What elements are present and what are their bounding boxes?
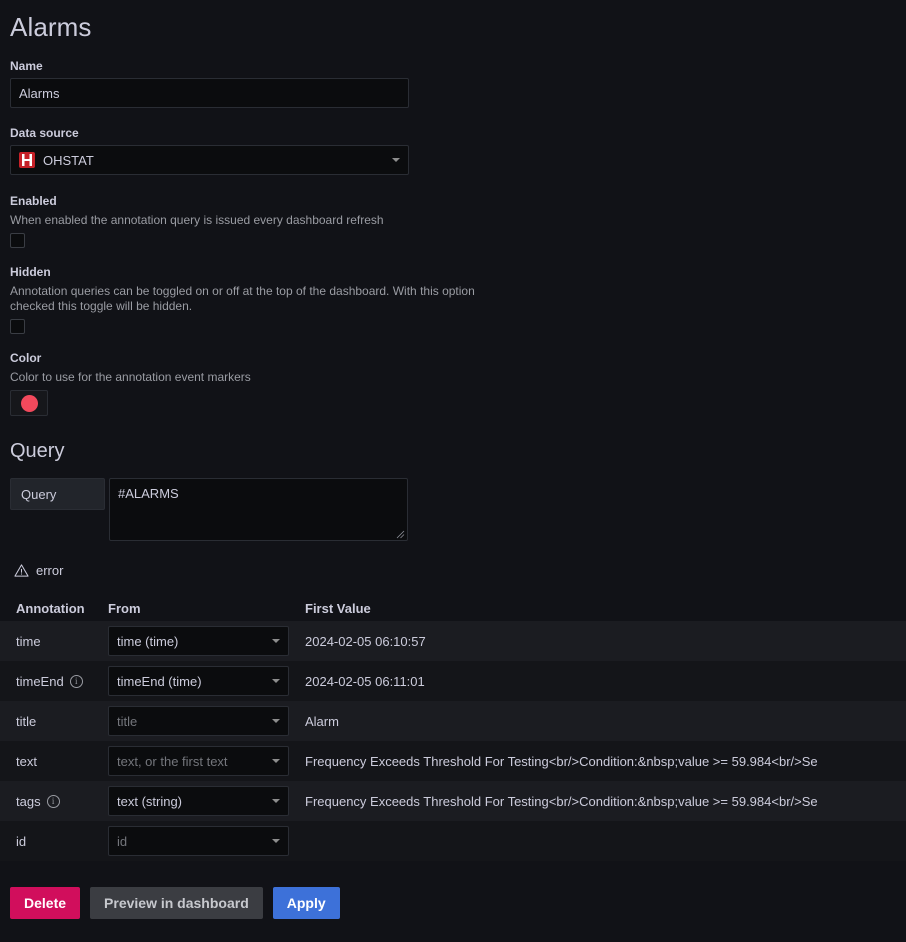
info-circle-icon[interactable]: i: [69, 674, 83, 688]
annotation-name-cell: tags i: [0, 794, 108, 809]
hidden-checkbox[interactable]: [10, 319, 25, 334]
color-swatch-dot: [20, 394, 38, 412]
warning-triangle-icon: [14, 564, 29, 577]
first-value-cell: 2024-02-05 06:11:01: [305, 673, 425, 689]
from-select-value: id: [117, 833, 128, 849]
from-select-value: text (string): [117, 793, 183, 809]
annotation-name-label: text: [16, 753, 37, 769]
table-row: title title Alarm: [0, 701, 906, 741]
from-field-cell: text, or the first text: [108, 746, 305, 776]
from-field-cell: timeEnd (time): [108, 666, 305, 696]
from-select-timeEnd[interactable]: timeEnd (time): [108, 666, 289, 696]
preview-in-dashboard-button[interactable]: Preview in dashboard: [90, 887, 263, 919]
from-field-cell: time (time): [108, 626, 305, 656]
table-row: time time (time) 2024-02-05 06:10:57: [0, 621, 906, 661]
enabled-field-group: Enabled When enabled the annotation quer…: [0, 194, 906, 248]
annotation-name-label: time: [16, 633, 41, 649]
name-input[interactable]: Alarms: [10, 78, 409, 108]
table-row: timeEnd i timeEnd (time) 2024-02-05 06:11:0…: [0, 661, 906, 701]
page-title: Alarms: [10, 12, 92, 42]
chevron-down-icon: [272, 639, 280, 643]
datasource-value: OHSTAT: [43, 152, 94, 168]
chevron-down-icon: [272, 679, 280, 683]
chevron-down-icon: [272, 839, 280, 843]
annotation-name-label: timeEnd: [16, 673, 64, 689]
from-select-value: title: [117, 713, 138, 729]
datasource-field-group: Data source OHSTAT: [0, 126, 906, 175]
from-select-text[interactable]: text, or the first text: [108, 746, 289, 776]
hidden-label: Hidden: [10, 265, 51, 279]
enabled-description: When enabled the annotation query is iss…: [10, 213, 384, 227]
table-row: tags i text (string) Frequency Exceeds Thre…: [0, 781, 906, 821]
first-value-cell: 2024-02-05 06:10:57: [305, 633, 426, 649]
resize-handle-icon[interactable]: [396, 530, 405, 539]
datasource-label: Data source: [10, 126, 79, 140]
enabled-checkbox[interactable]: [10, 233, 25, 248]
from-field-cell: id: [108, 826, 305, 856]
ohstat-logo-icon: [19, 152, 35, 168]
from-select-id[interactable]: id: [108, 826, 289, 856]
from-select-value: time (time): [117, 633, 179, 649]
from-field-cell: title: [108, 706, 305, 736]
annotation-name-label: id: [16, 833, 27, 849]
column-header-from: From: [108, 600, 141, 616]
hidden-field-group: Hidden Annotation queries can be toggled…: [0, 265, 906, 334]
color-label: Color: [10, 351, 42, 365]
color-field-group: Color Color to use for the annotation ev…: [0, 351, 906, 416]
query-textarea-value: #ALARMS: [118, 486, 179, 501]
name-label: Name: [10, 59, 43, 73]
annotation-name-cell: title: [0, 714, 108, 729]
annotation-name-cell: timeEnd i: [0, 674, 108, 689]
enabled-label: Enabled: [10, 194, 57, 208]
first-value-cell: Frequency Exceeds Threshold For Testing<…: [305, 753, 818, 769]
from-select-value: text, or the first text: [117, 753, 228, 769]
column-header-annotation: Annotation: [16, 600, 85, 616]
error-text: error: [36, 563, 64, 578]
annotation-name-cell: time: [0, 634, 108, 649]
name-field-group: Name Alarms: [0, 59, 906, 108]
query-section-title: Query: [10, 440, 65, 462]
from-select-tags[interactable]: text (string): [108, 786, 289, 816]
first-value-cell: Frequency Exceeds Threshold For Testing<…: [305, 793, 818, 809]
query-textarea[interactable]: #ALARMS: [109, 478, 408, 541]
first-value-cell: Alarm: [305, 713, 339, 729]
annotation-mapping-table: Annotation From First Value time time (ti…: [0, 595, 906, 861]
annotation-name-label: tags: [16, 793, 41, 809]
table-header-row: Annotation From First Value: [0, 595, 906, 621]
delete-button[interactable]: Delete: [10, 887, 81, 919]
from-field-cell: text (string): [108, 786, 305, 816]
color-description: Color to use for the annotation event ma…: [10, 370, 251, 384]
action-button-bar: Delete Preview in dashboard Apply: [0, 887, 906, 919]
chevron-down-icon: [272, 759, 280, 763]
annotation-name-label: title: [16, 713, 37, 729]
color-picker-button[interactable]: [10, 390, 48, 416]
chevron-down-icon: [392, 158, 400, 162]
annotation-name-cell: text: [0, 754, 108, 769]
from-select-value: timeEnd (time): [117, 673, 202, 689]
table-row: text text, or the first text Frequency Exc…: [0, 741, 906, 781]
from-select-title[interactable]: title: [108, 706, 289, 736]
apply-button[interactable]: Apply: [272, 887, 340, 919]
chevron-down-icon: [272, 719, 280, 723]
hidden-description: Annotation queries can be toggled on or …: [10, 284, 475, 313]
from-select-time[interactable]: time (time): [108, 626, 289, 656]
annotation-settings-page: Alarms Name Alarms Data source OHSTAT En…: [0, 0, 906, 942]
chevron-down-icon: [272, 799, 280, 803]
query-row: Query #ALARMS: [0, 478, 906, 541]
column-header-first-value: First Value: [305, 600, 371, 616]
query-error-message: error: [0, 563, 906, 578]
query-field-label: Query: [10, 478, 105, 510]
datasource-picker[interactable]: OHSTAT: [10, 145, 409, 175]
table-row: id id: [0, 821, 906, 861]
annotation-name-cell: id: [0, 834, 108, 849]
info-circle-icon[interactable]: i: [46, 794, 60, 808]
